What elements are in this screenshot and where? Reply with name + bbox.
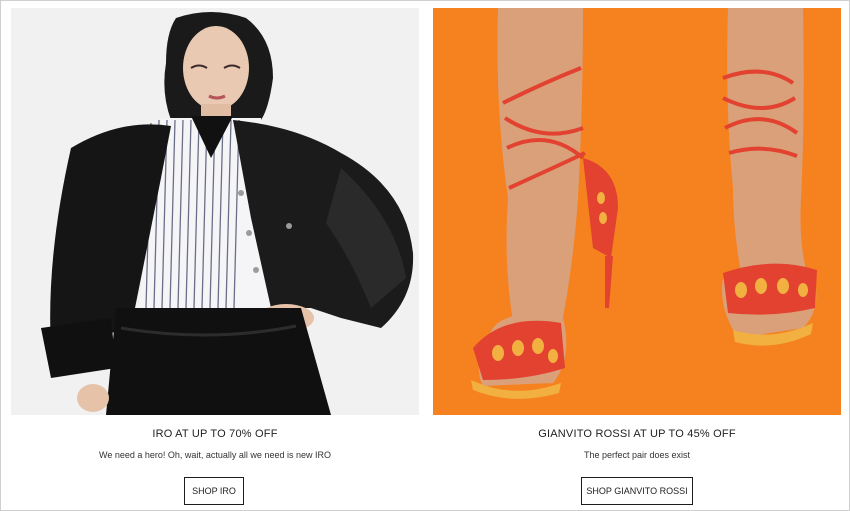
promo-card-iro: IRO AT UP TO 70% OFF We need a hero! Oh,… — [11, 8, 419, 508]
shop-gianvito-rossi-button[interactable]: SHOP GIANVITO ROSSI — [581, 477, 693, 505]
sandals-illustration — [433, 8, 841, 415]
promo-image-iro[interactable] — [11, 8, 419, 415]
promo-title: IRO AT UP TO 70% OFF — [152, 428, 278, 440]
promo-subtitle: We need a hero! Oh, wait, actually all w… — [99, 450, 331, 460]
promo-title: GIANVITO ROSSI AT UP TO 45% OFF — [538, 428, 736, 440]
promo-image-gianvito-rossi[interactable] — [433, 8, 841, 415]
shop-iro-button[interactable]: SHOP IRO — [184, 477, 244, 505]
promo-subtitle: The perfect pair does exist — [583, 450, 691, 460]
promo-card-gianvito-rossi: GIANVITO ROSSI AT UP TO 45% OFF The perf… — [433, 8, 841, 508]
model-illustration — [41, 12, 414, 415]
